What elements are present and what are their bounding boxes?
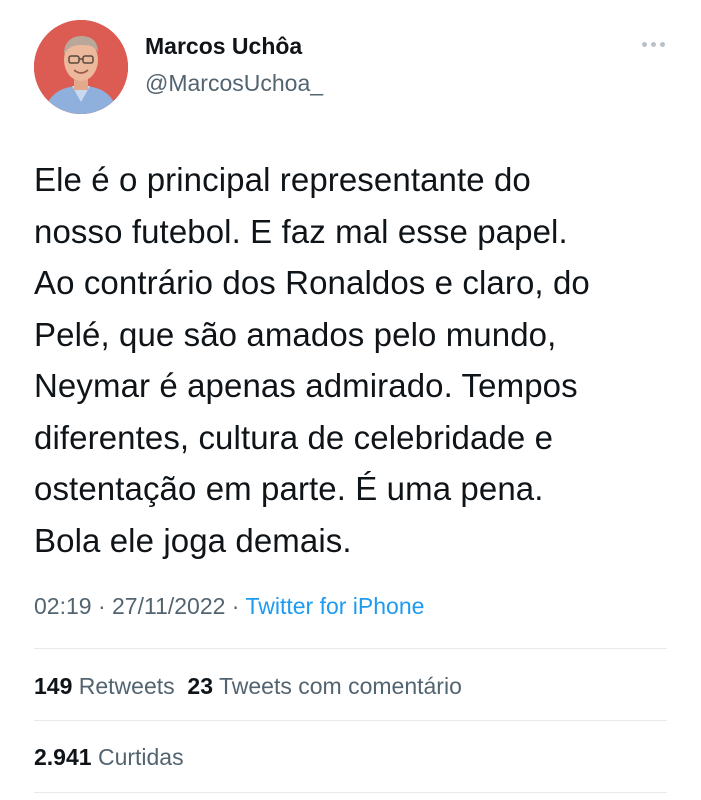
quotes-count: 23 bbox=[187, 673, 214, 699]
author-name[interactable]: Marcos Uchôa bbox=[145, 33, 302, 60]
divider bbox=[34, 792, 667, 793]
meta-separator: · bbox=[91, 593, 113, 619]
tweet-meta: 02:19 · 27/11/2022 · Twitter for iPhone bbox=[34, 593, 424, 620]
dot-icon bbox=[650, 41, 656, 47]
retweets-label: Retweets bbox=[78, 673, 175, 699]
retweets-count: 149 bbox=[34, 673, 73, 699]
likes-row: 2.941 Curtidas bbox=[34, 744, 184, 771]
tweet-header: Marcos Uchôa @MarcosUchoa_ bbox=[34, 20, 674, 116]
meta-separator: · bbox=[225, 593, 246, 619]
tweet-text: Ele é o principal representante do nosso… bbox=[34, 161, 590, 559]
author-handle[interactable]: @MarcosUchoa_ bbox=[145, 70, 323, 97]
divider bbox=[34, 720, 667, 721]
dot-icon bbox=[659, 41, 665, 47]
tweet-source-link[interactable]: Twitter for iPhone bbox=[245, 593, 424, 619]
profile-photo-icon bbox=[34, 20, 128, 114]
quote-tweets-stat[interactable]: 23 Tweets com comentário bbox=[187, 673, 461, 699]
likes-count: 2.941 bbox=[34, 744, 92, 770]
tweet-date[interactable]: 27/11/2022 bbox=[112, 593, 225, 619]
tweet-time[interactable]: 02:19 bbox=[34, 593, 92, 619]
retweets-stat[interactable]: 149 Retweets bbox=[34, 673, 175, 699]
likes-label: Curtidas bbox=[97, 744, 184, 770]
dot-icon bbox=[641, 41, 647, 47]
avatar[interactable] bbox=[34, 20, 128, 114]
more-options-icon[interactable] bbox=[636, 34, 670, 54]
quotes-label: Tweets com comentário bbox=[219, 673, 462, 699]
divider bbox=[34, 648, 667, 649]
engagement-row: 149 Retweets 23 Tweets com comentário bbox=[34, 673, 462, 700]
likes-stat[interactable]: 2.941 Curtidas bbox=[34, 744, 184, 770]
